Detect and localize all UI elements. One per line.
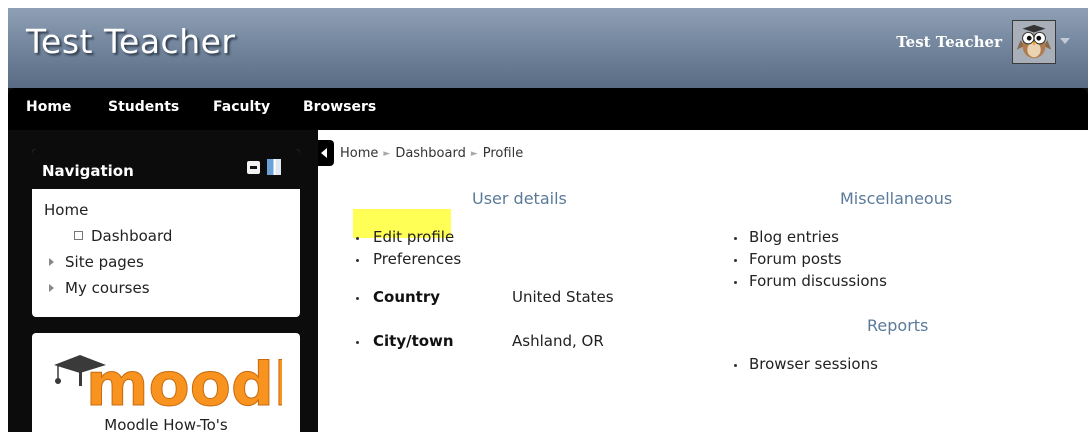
bullet-icon xyxy=(356,259,359,262)
city-value: Ashland, OR xyxy=(512,332,604,350)
browser-sessions-link[interactable]: Browser sessions xyxy=(749,355,878,373)
breadcrumb-dashboard[interactable]: Dashboard xyxy=(395,146,466,161)
forum-posts-link[interactable]: Forum posts xyxy=(749,250,842,268)
bullet-icon xyxy=(356,237,359,240)
expand-arrow-icon[interactable] xyxy=(49,257,54,266)
tree-item-site-pages[interactable]: Site pages xyxy=(49,253,144,271)
nav-home[interactable]: Home xyxy=(26,99,71,115)
navigation-block: Navigation Home Dashboard Site pages My … xyxy=(32,149,300,317)
bullet-icon xyxy=(734,259,737,262)
bullet-icon xyxy=(356,341,359,344)
site-title[interactable]: Test Teacher xyxy=(26,22,235,61)
tree-item-label: Home xyxy=(44,201,89,219)
nav-students[interactable]: Students xyxy=(108,99,179,115)
reports-title: Reports xyxy=(867,316,929,335)
moodle-howto-block: moodle Moodle How-To's xyxy=(32,333,300,432)
breadcrumb-separator-icon: ► xyxy=(383,149,391,159)
tree-item-label: Site pages xyxy=(65,253,144,271)
moodle-logo[interactable]: moodle xyxy=(50,345,282,425)
tree-item-home[interactable]: Home xyxy=(44,201,88,219)
leaf-square-icon xyxy=(74,231,83,240)
main-content: Home ► Dashboard ► Profile User details Edit… xyxy=(318,130,1088,432)
bullet-icon xyxy=(734,237,737,240)
svg-text:moodle: moodle xyxy=(86,350,282,420)
forum-discussions-link[interactable]: Forum discussions xyxy=(749,272,887,290)
main-navbar: Home Students Faculty Browsers xyxy=(8,88,1088,130)
preferences-link[interactable]: Preferences xyxy=(373,250,461,268)
hide-block-icon[interactable] xyxy=(247,161,260,174)
miscellaneous-title: Miscellaneous xyxy=(840,189,953,208)
tree-item-label: Dashboard xyxy=(91,227,173,245)
tree-item-dashboard[interactable]: Dashboard xyxy=(74,227,172,245)
bullet-icon xyxy=(734,281,737,284)
bullet-icon xyxy=(356,297,359,300)
collapse-dock-icon[interactable] xyxy=(318,140,334,166)
expand-arrow-icon[interactable] xyxy=(49,283,54,292)
user-details-title: User details xyxy=(472,189,567,208)
tree-item-my-courses[interactable]: My courses xyxy=(49,279,150,297)
city-label: City/town xyxy=(373,332,454,350)
page-frame: Test Teacher Test Teacher Home Students … xyxy=(8,8,1088,432)
breadcrumb: Home ► Dashboard ► Profile xyxy=(340,146,523,161)
moodle-block-caption[interactable]: Moodle How-To's xyxy=(32,416,300,432)
chevron-down-icon[interactable] xyxy=(1060,38,1070,44)
user-menu-name[interactable]: Test Teacher xyxy=(896,33,1002,51)
nav-browsers[interactable]: Browsers xyxy=(303,99,376,115)
site-header: Test Teacher Test Teacher xyxy=(8,8,1088,88)
navigation-block-title: Navigation xyxy=(42,162,134,180)
navigation-tree: Home Dashboard Site pages My courses xyxy=(32,189,300,317)
bullet-icon xyxy=(734,364,737,367)
nav-faculty[interactable]: Faculty xyxy=(213,99,270,115)
dock-block-icon[interactable] xyxy=(267,159,281,175)
breadcrumb-profile: Profile xyxy=(482,146,524,161)
tree-item-label: My courses xyxy=(65,279,150,297)
breadcrumb-separator-icon: ► xyxy=(470,149,478,159)
breadcrumb-home[interactable]: Home xyxy=(340,146,378,161)
edit-profile-link[interactable]: Edit profile xyxy=(373,228,454,246)
owl-avatar-icon[interactable] xyxy=(1012,20,1056,64)
navigation-block-header: Navigation xyxy=(32,149,300,189)
country-value: United States xyxy=(512,288,614,306)
country-label: Country xyxy=(373,288,441,306)
blog-entries-link[interactable]: Blog entries xyxy=(749,228,839,246)
